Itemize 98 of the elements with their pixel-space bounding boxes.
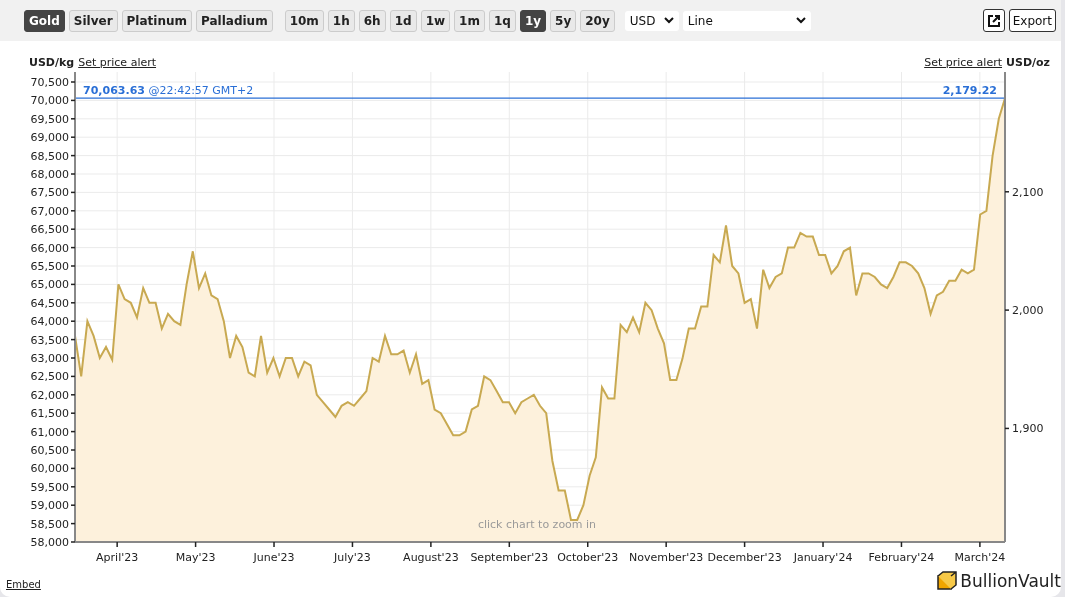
currency-select[interactable]: USD <box>624 10 679 31</box>
y-tick-label: 60,500 <box>30 444 69 457</box>
y-tick-label: 61,500 <box>30 407 76 421</box>
range-tab[interactable]: 1d <box>389 9 417 32</box>
x-tick-label: October'23 <box>557 541 619 564</box>
y-tick-label: 59,000 <box>30 499 76 513</box>
x-tick-label: September'23 <box>470 541 549 564</box>
y-tick-label: 61,500 <box>30 407 69 421</box>
y-tick-label: 2,000 <box>1004 304 1044 318</box>
y-tick-label: 59,500 <box>30 480 69 494</box>
right-unit-label: USD/oz <box>1006 56 1050 69</box>
y-tick-label: 64,000 <box>30 315 69 329</box>
metal-tab[interactable]: Gold <box>24 9 65 32</box>
y-tick-label: 69,000 <box>30 131 69 145</box>
chevron-icon <box>663 17 674 24</box>
metal-tab[interactable]: Palladium <box>196 9 273 32</box>
zoom-hint: click chart to zoom in <box>477 518 597 531</box>
y-tick-label: 60,000 <box>30 462 69 476</box>
y-tick-label: 63,000 <box>30 352 69 365</box>
y-tick-label: 61,000 <box>30 425 76 439</box>
x-tick-label: May'23 <box>175 541 216 564</box>
y-tick-label: 68,500 <box>30 149 69 163</box>
range-tab[interactable]: 1m <box>454 9 485 32</box>
y-tick-label: 62,500 <box>30 370 69 384</box>
y-tick-label: 64,000 <box>30 315 76 329</box>
range-tab[interactable]: 20y <box>580 9 615 32</box>
logo-wordmark: BullionVault <box>960 571 1061 591</box>
y-tick-label: 70,000 <box>30 94 69 108</box>
y-tick-label: 1,900 <box>1004 422 1044 436</box>
y-tick-label: 69,500 <box>30 112 76 126</box>
y-tick-label: 63,500 <box>30 333 76 347</box>
y-tick-label: 66,000 <box>30 241 76 255</box>
y-tick-label: 58,000 <box>30 536 69 549</box>
range-tab[interactable]: 1h <box>327 9 355 32</box>
x-tick-label: April'23 <box>96 541 139 564</box>
y-tick-label: 58,500 <box>30 517 69 531</box>
y-tick-label: 69,500 <box>30 112 69 126</box>
y-tick-label: 62,000 <box>30 388 76 402</box>
y-tick-label: 68,500 <box>30 149 76 163</box>
chevron-icon <box>795 17 806 24</box>
open-external-button[interactable] <box>982 9 1005 32</box>
y-tick-label: 2,100 <box>1004 185 1044 199</box>
y-tick-label: 58,000 <box>30 536 76 549</box>
y-tick-label: 66,000 <box>30 241 69 255</box>
x-tick-label: December'23 <box>707 541 782 564</box>
metal-tab[interactable]: Silver <box>68 9 118 32</box>
left-unit-label: USD/kg <box>29 56 75 69</box>
range-tab[interactable]: 1q <box>488 9 516 32</box>
y-tick-label: 60,000 <box>30 462 76 476</box>
y-tick-label: 61,000 <box>30 425 69 439</box>
x-tick-label: August'23 <box>403 541 459 564</box>
y-tick-label: 67,500 <box>30 186 69 200</box>
y-tick-label: 58,500 <box>30 517 76 531</box>
x-tick-label: June'23 <box>253 541 295 564</box>
y-tick-label: 67,500 <box>30 186 76 200</box>
range-tab[interactable]: 1w <box>420 9 451 32</box>
x-tick-label: July'23 <box>334 541 371 564</box>
y-tick-label: 65,000 <box>30 278 69 292</box>
y-tick-label: 63,500 <box>30 333 69 347</box>
x-tick-label: November'23 <box>629 541 704 564</box>
export-button[interactable]: Export <box>1008 9 1056 32</box>
current-price-oz: 2,179.22 <box>942 84 997 98</box>
set-price-alert-link[interactable]: Set price alert <box>924 56 1003 69</box>
y-tick-label: 62,000 <box>30 388 69 402</box>
y-tick-label: 69,000 <box>30 131 76 145</box>
y-tick-label: 60,500 <box>30 444 76 457</box>
y-tick-label: 65,000 <box>30 278 76 292</box>
y-tick-label: 67,000 <box>30 204 69 218</box>
external-link-icon <box>986 13 1001 28</box>
y-tick-label: 70,500 <box>30 76 76 89</box>
y-tick-label: 67,000 <box>30 204 76 218</box>
cube-logo-icon <box>937 571 958 591</box>
y-tick-label: 70,000 <box>30 94 76 108</box>
range-tab[interactable]: 6h <box>358 9 386 32</box>
y-tick-label: 66,500 <box>30 223 76 237</box>
y-tick-label: 70,500 <box>30 76 69 89</box>
metal-tab[interactable]: Platinum <box>121 9 192 32</box>
set-price-alert-link[interactable]: Set price alert <box>78 56 157 69</box>
x-tick-label: February'24 <box>868 541 935 564</box>
y-tick-label: 65,500 <box>30 260 76 273</box>
y-tick-label: 66,500 <box>30 223 69 237</box>
range-tab[interactable]: 10m <box>284 9 324 32</box>
y-tick-label: 68,000 <box>30 168 76 181</box>
y-tick-label: 65,500 <box>30 260 69 273</box>
range-tab[interactable]: 5y <box>550 9 577 32</box>
chart-type-select[interactable]: Line <box>682 10 811 31</box>
y-tick-label: 62,500 <box>30 370 76 384</box>
y-tick-label: 68,000 <box>30 168 69 181</box>
y-tick-label: 64,500 <box>30 296 69 310</box>
y-tick-label: 63,000 <box>30 352 76 365</box>
x-tick-label: March'24 <box>954 541 1006 564</box>
current-price-kg: 70,063.63 @22:42:57 GMT+2 <box>83 84 254 98</box>
embed-link[interactable]: Embed <box>6 579 41 590</box>
x-tick-label: January'24 <box>793 541 853 564</box>
y-tick-label: 64,500 <box>30 296 76 310</box>
range-tab[interactable]: 1y <box>519 9 547 32</box>
y-tick-label: 59,500 <box>30 480 76 494</box>
y-tick-label: 59,000 <box>30 499 69 513</box>
